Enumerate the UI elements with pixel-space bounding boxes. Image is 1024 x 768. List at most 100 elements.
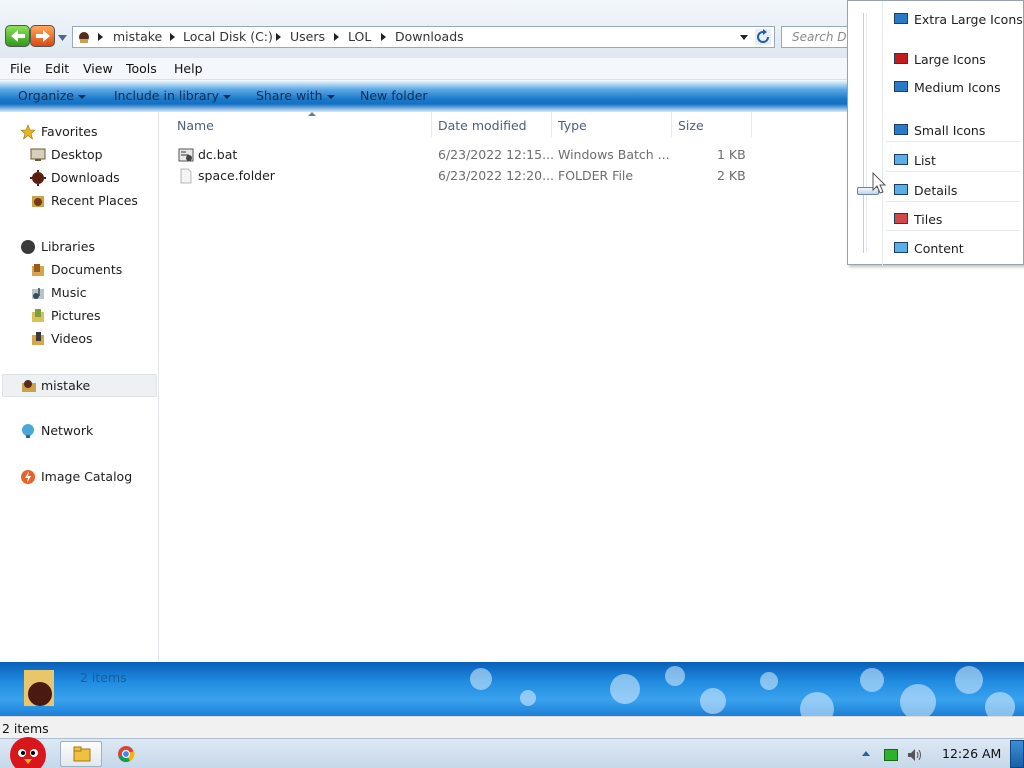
file-row[interactable]: dc.bat 6/23/2022 12:15... Windows Batch … bbox=[160, 145, 780, 166]
breadcrumb-mistake[interactable]: mistake bbox=[113, 29, 162, 44]
file-row[interactable]: space.folder 6/23/2022 12:20... FOLDER F… bbox=[160, 166, 780, 187]
view-option-label: Large Icons bbox=[914, 52, 986, 67]
breadcrumb-separator[interactable] bbox=[98, 33, 103, 41]
organize-button[interactable]: Organize bbox=[18, 88, 86, 103]
menu-help[interactable]: Help bbox=[174, 61, 203, 76]
menu-tools[interactable]: Tools bbox=[126, 61, 157, 76]
clock[interactable]: 12:26 AM bbox=[942, 746, 1001, 761]
nav-videos-label: Videos bbox=[51, 331, 93, 346]
user-folder-icon bbox=[22, 380, 36, 392]
view-option-list[interactable]: List bbox=[886, 148, 1020, 172]
view-option-content[interactable]: Content bbox=[886, 236, 1020, 260]
breadcrumb-lol[interactable]: LOL bbox=[348, 29, 371, 44]
chevron-down-icon bbox=[326, 94, 335, 99]
forward-arrow-icon bbox=[36, 30, 50, 42]
nav-libraries[interactable]: Libraries bbox=[20, 237, 150, 257]
large-icons-icon bbox=[894, 53, 908, 64]
start-button[interactable] bbox=[2, 731, 50, 768]
file-date: 6/23/2022 12:15... bbox=[438, 147, 555, 162]
view-options-menu: Extra Large Icons Large Icons Medium Ico… bbox=[847, 0, 1024, 266]
menu-view[interactable]: View bbox=[83, 61, 113, 76]
breadcrumb-separator[interactable] bbox=[170, 33, 175, 41]
show-desktop-button[interactable] bbox=[1010, 740, 1024, 768]
nav-pictures-label: Pictures bbox=[51, 308, 101, 323]
pictures-icon bbox=[32, 309, 44, 322]
view-option-label: Details bbox=[914, 183, 958, 198]
file-size: 2 KB bbox=[717, 168, 746, 183]
details-pane: 2 items bbox=[0, 662, 1024, 716]
generic-file-icon bbox=[180, 168, 192, 184]
back-button[interactable] bbox=[5, 25, 30, 47]
view-option-tiles[interactable]: Tiles bbox=[886, 207, 1020, 231]
breadcrumb-separator[interactable] bbox=[334, 33, 339, 41]
nav-favorites-label: Favorites bbox=[41, 124, 98, 139]
menu-file[interactable]: File bbox=[10, 61, 31, 76]
folder-icon bbox=[73, 746, 91, 762]
column-header-type[interactable]: Type bbox=[552, 112, 672, 137]
view-option-label: Medium Icons bbox=[914, 80, 1001, 95]
nav-favorites[interactable]: Favorites bbox=[20, 122, 150, 142]
nav-pictures[interactable]: Pictures bbox=[30, 306, 150, 326]
include-in-library-button[interactable]: Include in library bbox=[114, 88, 232, 103]
column-header-date-modified[interactable]: Date modified bbox=[432, 112, 552, 137]
bokeh-decoration bbox=[760, 672, 778, 690]
bokeh-decoration bbox=[520, 690, 536, 706]
forward-button[interactable] bbox=[30, 25, 55, 47]
refresh-icon[interactable] bbox=[755, 29, 771, 45]
share-with-button[interactable]: Share with bbox=[256, 88, 335, 103]
nav-recent-places[interactable]: Recent Places bbox=[30, 191, 150, 211]
view-option-medium-icons[interactable]: Medium Icons bbox=[886, 75, 1020, 99]
navigation-pane: Favorites Desktop Downloads Recent Place… bbox=[0, 112, 159, 662]
bokeh-decoration bbox=[610, 674, 640, 704]
nav-documents[interactable]: Documents bbox=[30, 260, 150, 280]
column-name-label: Name bbox=[177, 118, 214, 133]
recent-pages-dropdown-icon[interactable] bbox=[58, 33, 67, 42]
chevron-down-icon bbox=[78, 94, 86, 99]
content-view-icon bbox=[894, 242, 908, 253]
address-history-dropdown-icon[interactable] bbox=[740, 35, 748, 40]
network-status-icon[interactable] bbox=[884, 749, 898, 761]
new-folder-button[interactable]: New folder bbox=[360, 88, 428, 103]
libraries-icon bbox=[21, 240, 35, 254]
view-option-extra-large-icons[interactable]: Extra Large Icons bbox=[886, 7, 1023, 31]
bokeh-decoration bbox=[900, 684, 936, 716]
view-slider-track[interactable] bbox=[863, 13, 867, 253]
nav-network[interactable]: Network bbox=[20, 421, 150, 441]
nav-image-catalog[interactable]: Image Catalog bbox=[20, 467, 150, 487]
batch-file-icon bbox=[178, 148, 194, 162]
user-folder-icon bbox=[79, 32, 89, 43]
medium-icons-icon bbox=[894, 81, 908, 92]
nav-libraries-label: Libraries bbox=[41, 239, 95, 254]
nav-music[interactable]: Music bbox=[30, 283, 150, 303]
taskbar-explorer-button[interactable] bbox=[60, 741, 102, 767]
sort-ascending-icon bbox=[308, 112, 316, 116]
folder-preview-icon bbox=[24, 670, 54, 706]
chrome-icon[interactable] bbox=[117, 745, 135, 763]
nav-videos[interactable]: Videos bbox=[30, 329, 150, 349]
file-size: 1 KB bbox=[717, 147, 746, 162]
view-option-large-icons[interactable]: Large Icons bbox=[886, 47, 1020, 71]
menu-edit[interactable]: Edit bbox=[45, 61, 69, 76]
extra-large-icons-icon bbox=[894, 13, 908, 24]
bokeh-decoration bbox=[985, 692, 1015, 716]
address-box[interactable]: mistake Local Disk (C:) Users LOL Downlo… bbox=[72, 26, 775, 48]
breadcrumb-downloads[interactable]: Downloads bbox=[395, 29, 464, 44]
show-hidden-icons-icon[interactable] bbox=[862, 751, 870, 756]
nav-mistake[interactable]: mistake bbox=[2, 374, 157, 397]
nav-image-catalog-label: Image Catalog bbox=[41, 469, 133, 484]
breadcrumb-separator[interactable] bbox=[381, 33, 386, 41]
breadcrumb-users[interactable]: Users bbox=[290, 29, 325, 44]
breadcrumb-separator[interactable] bbox=[276, 33, 281, 41]
nav-music-label: Music bbox=[51, 285, 87, 300]
nav-downloads[interactable]: Downloads bbox=[30, 168, 150, 188]
bokeh-decoration bbox=[700, 688, 726, 714]
volume-icon[interactable] bbox=[906, 747, 922, 763]
breadcrumb-local-disk[interactable]: Local Disk (C:) bbox=[183, 29, 273, 44]
nav-desktop[interactable]: Desktop bbox=[30, 145, 150, 165]
column-header-size[interactable]: Size bbox=[672, 112, 752, 137]
status-bar: 2 items bbox=[0, 716, 1024, 738]
view-option-small-icons[interactable]: Small Icons bbox=[886, 118, 1020, 142]
view-option-details[interactable]: Details bbox=[886, 178, 1020, 202]
details-item-count: 2 items bbox=[80, 670, 127, 685]
column-header-name[interactable]: Name bbox=[171, 112, 432, 137]
